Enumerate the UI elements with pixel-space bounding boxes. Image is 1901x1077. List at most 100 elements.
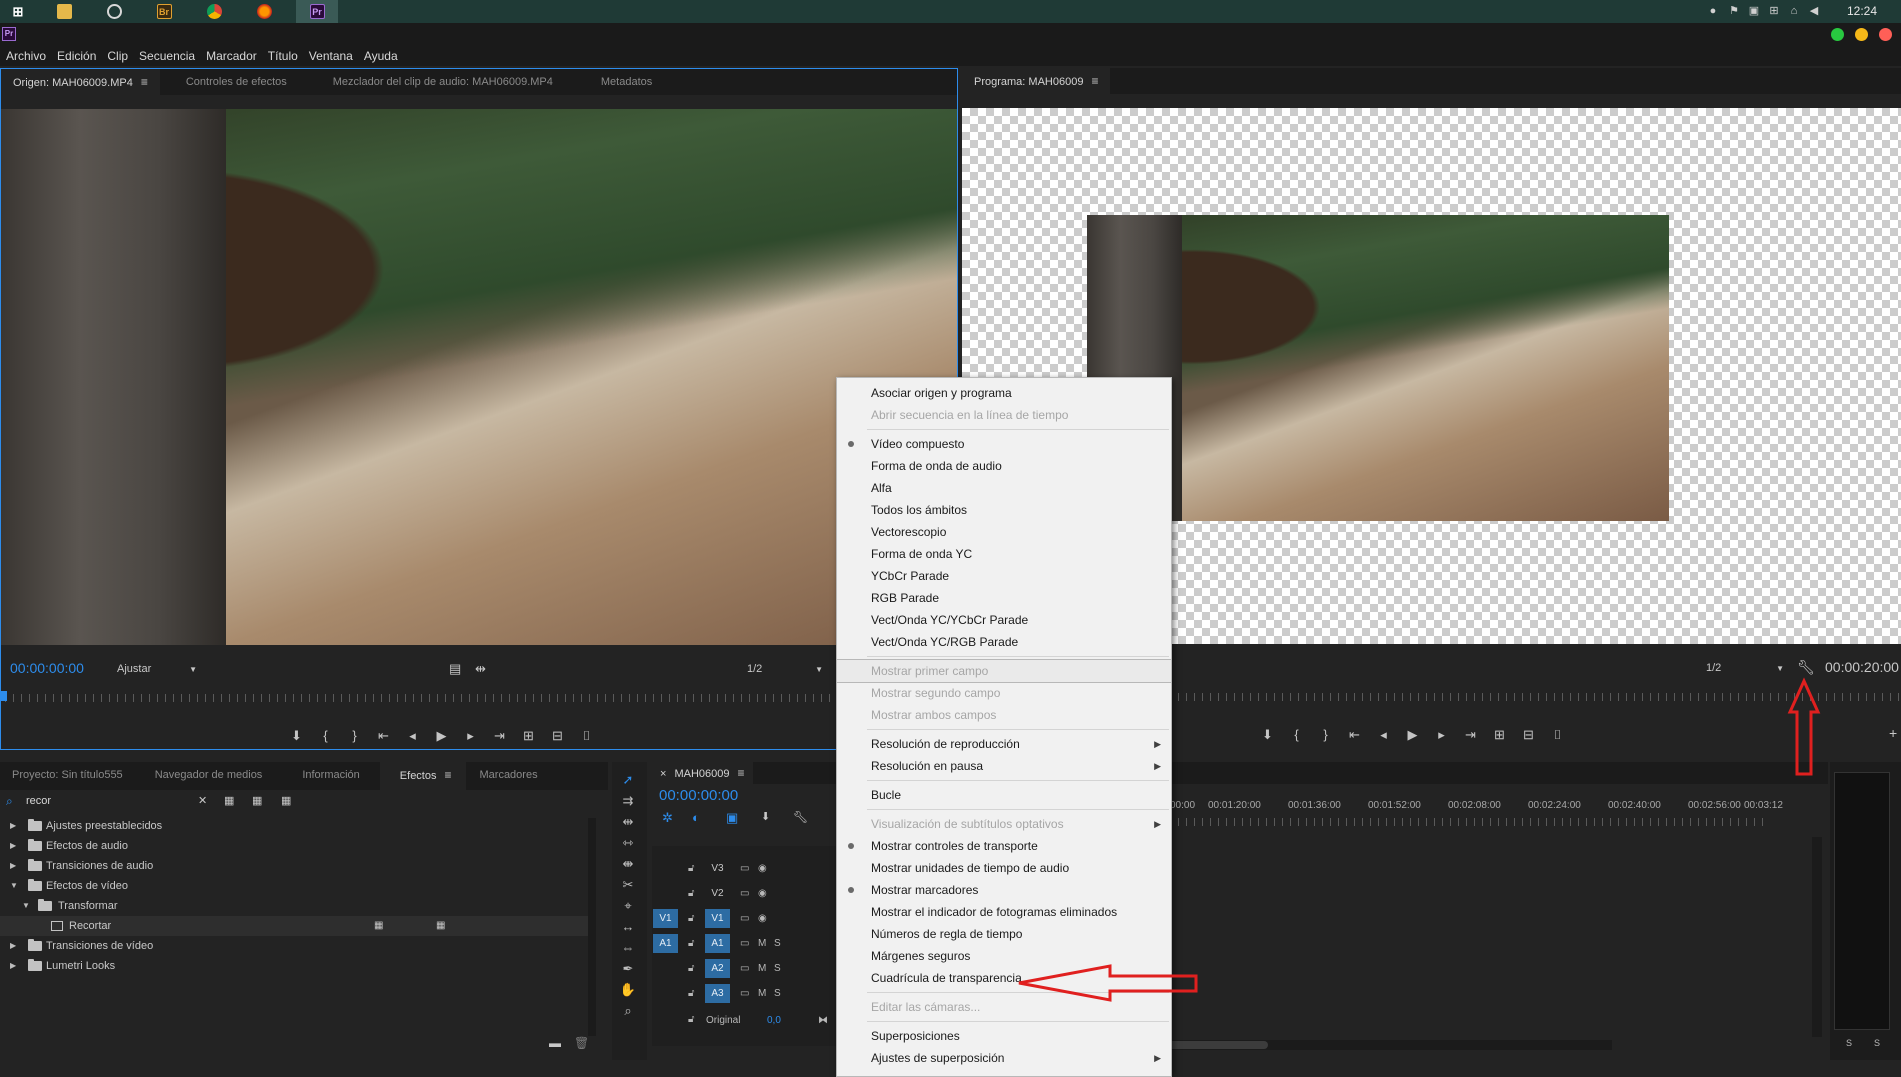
menu-item-forma-de-onda-de-audio[interactable]: Forma de onda de audio	[837, 455, 1171, 477]
menu-item-resolucion-en-pausa[interactable]: Resolución en pausa ▶	[837, 755, 1171, 777]
effects-scrollbar[interactable]	[588, 818, 596, 1036]
tray-dot-icon[interactable]: ●	[1707, 5, 1719, 17]
tab-effects[interactable]: Efectos ≡	[379, 762, 466, 790]
step-forward-icon[interactable]: ▸	[456, 726, 485, 746]
mark-out-icon[interactable]: }	[1311, 725, 1340, 745]
play-icon[interactable]: ▶	[427, 726, 456, 746]
eye-icon[interactable]: ◉	[758, 888, 767, 899]
menu-item-bucle[interactable]: Bucle	[837, 784, 1171, 806]
overwrite-icon[interactable]: ⊟	[543, 726, 572, 746]
source-patch-a1[interactable]: A1	[653, 934, 678, 953]
windows-tray-icon[interactable]: ⊞	[1768, 5, 1780, 17]
step-back-icon[interactable]: ◂	[1369, 725, 1398, 745]
menu-item-rgb-parade[interactable]: RGB Parade	[837, 587, 1171, 609]
menu-secuencia[interactable]: Secuencia	[139, 47, 195, 66]
meter-solo-left[interactable]: S	[1846, 1038, 1852, 1048]
add-marker-icon[interactable]: ⬇	[761, 810, 770, 823]
panel-menu-icon[interactable]: ≡	[1091, 74, 1098, 88]
lock-icon[interactable]: 🔓︎	[688, 913, 694, 924]
go-to-out-icon[interactable]: ⇥	[1456, 725, 1485, 745]
windows-start-icon[interactable]: ⊞	[0, 0, 36, 23]
track-a3[interactable]: A3	[705, 984, 730, 1003]
maximize-button[interactable]	[1831, 28, 1844, 41]
premiere-taskbar-icon[interactable]: Pr	[296, 0, 338, 23]
lock-icon[interactable]: 🔓︎	[688, 988, 694, 999]
selection-tool-icon[interactable]: ➚	[617, 770, 639, 790]
menu-titulo[interactable]: Título	[268, 47, 298, 66]
source-time-ruler[interactable]	[5, 694, 955, 702]
source-resolution-dropdown[interactable]: 1/2	[747, 663, 823, 675]
new-bin-icon[interactable]: ▬	[549, 1036, 561, 1050]
window-icon[interactable]: ▣	[1748, 5, 1760, 17]
effects-search-input[interactable]: recor	[26, 795, 51, 807]
tab-project[interactable]: Proyecto: Sin título555	[0, 762, 135, 790]
track-select-tool-icon[interactable]: ⇉	[617, 791, 639, 811]
sync-lock-icon[interactable]: ▭	[740, 963, 749, 974]
file-explorer-icon[interactable]	[46, 0, 82, 23]
source-timecode[interactable]: 00:00:00:00	[10, 660, 84, 676]
close-window-button[interactable]	[1879, 28, 1892, 41]
tree-item-transform[interactable]: ▼ Transformar	[0, 896, 592, 916]
go-to-end-icon[interactable]: ⧓	[818, 1015, 828, 1026]
menu-item-alfa[interactable]: Alfa	[837, 477, 1171, 499]
panel-menu-icon[interactable]: ≡	[141, 75, 148, 89]
tree-item-crop-effect[interactable]: Recortar ▦ ▦	[0, 916, 592, 936]
source-fit-dropdown[interactable]: Ajustar	[117, 663, 197, 675]
tree-item-presets[interactable]: ▶ Ajustes preestablecidos	[0, 816, 592, 836]
menu-item-video-compuesto[interactable]: Vídeo compuesto	[837, 433, 1171, 455]
razor-tool-alt-icon[interactable]: ⌖	[617, 896, 639, 916]
step-forward-icon[interactable]: ▸	[1427, 725, 1456, 745]
track-a1[interactable]: A1	[705, 934, 730, 953]
timeline-vscrollbar[interactable]	[1812, 837, 1822, 1037]
snap-icon[interactable]: ✲	[662, 810, 673, 826]
tab-audio-clip-mixer[interactable]: Mezclador del clip de audio: MAH06009.MP…	[313, 69, 573, 95]
linked-selection-icon[interactable]: ◐	[692, 810, 700, 825]
menu-item-resolucion-de-reproduccion[interactable]: Resolución de reproducción ▶	[837, 733, 1171, 755]
source-playhead[interactable]	[1, 691, 7, 701]
menu-item-vect-onda-yc-ycbcr-parade[interactable]: Vect/Onda YC/YCbCr Parade	[837, 609, 1171, 631]
track-v3[interactable]: V3	[705, 859, 730, 878]
app-circle-icon[interactable]	[96, 0, 132, 23]
menu-item-numeros-de-regla-de-tiempo[interactable]: Números de regla de tiempo	[837, 923, 1171, 945]
sync-lock-icon[interactable]: ▭	[740, 888, 749, 899]
32bit-effects-icon[interactable]: ▦	[252, 794, 262, 807]
mark-in-icon[interactable]: {	[311, 726, 340, 746]
wrench-settings-icon[interactable]: 🔧︎	[1797, 659, 1815, 676]
network-icon[interactable]: ⌂	[1788, 5, 1800, 17]
tab-sequence[interactable]: × MAH06009 ≡	[652, 762, 753, 784]
lock-icon[interactable]: 🔓︎	[688, 938, 694, 949]
rate-stretch-tool-icon[interactable]: ⇼	[617, 854, 639, 874]
menu-item-forma-de-onda-yc[interactable]: Forma de onda YC	[837, 543, 1171, 565]
lock-icon[interactable]: 🔓︎	[688, 888, 694, 899]
lock-icon[interactable]: 🔓︎	[688, 963, 694, 974]
step-back-icon[interactable]: ◂	[398, 726, 427, 746]
lock-icon[interactable]: 🔓︎	[688, 1014, 694, 1025]
volume-icon[interactable]: ◀	[1808, 5, 1820, 17]
tree-item-video-effects[interactable]: ▼ Efectos de vídeo	[0, 876, 592, 896]
solo-button[interactable]: S	[774, 988, 781, 999]
tab-source[interactable]: Origen: MAH06009.MP4 ≡	[1, 69, 160, 95]
add-marker-icon[interactable]: ⬇	[1253, 725, 1282, 745]
source-video-frame[interactable]	[1, 109, 957, 645]
master-volume-value[interactable]: 0,0	[767, 1015, 781, 1026]
menu-item-mostrar-controles-de-transporte[interactable]: Mostrar controles de transporte	[837, 835, 1171, 857]
add-marker-icon[interactable]: ⬇	[282, 726, 311, 746]
tab-metadata[interactable]: Metadatos	[573, 69, 680, 95]
bridge-icon[interactable]: Br	[146, 0, 182, 23]
tab-media-browser[interactable]: Navegador de medios	[135, 762, 283, 790]
mute-button[interactable]: M	[758, 963, 766, 974]
play-icon[interactable]: ▶	[1398, 725, 1427, 745]
menu-item-superposiciones[interactable]: Superposiciones	[837, 1025, 1171, 1047]
mark-in-icon[interactable]: {	[1282, 725, 1311, 745]
export-frame-icon[interactable]: ⌷	[572, 726, 601, 746]
add-button-icon[interactable]: +	[1889, 725, 1897, 741]
mute-button[interactable]: M	[758, 988, 766, 999]
hand-tool-icon[interactable]: ✋	[617, 980, 639, 1000]
chrome-icon[interactable]	[196, 0, 232, 23]
mute-button[interactable]: M	[758, 938, 766, 949]
menu-item-cuadricula-de-transparencia[interactable]: Cuadrícula de transparencia	[837, 967, 1171, 989]
menu-item-mostrar-el-indicador-de-fotogramas-eliminados[interactable]: Mostrar el indicador de fotogramas elimi…	[837, 901, 1171, 923]
menu-item-vect-onda-yc-rgb-parade[interactable]: Vect/Onda YC/RGB Parade	[837, 631, 1171, 653]
menu-item-asociar-origen-y-programa[interactable]: Asociar origen y programa	[837, 382, 1171, 404]
rolling-edit-tool-icon[interactable]: ⇿	[617, 833, 639, 853]
